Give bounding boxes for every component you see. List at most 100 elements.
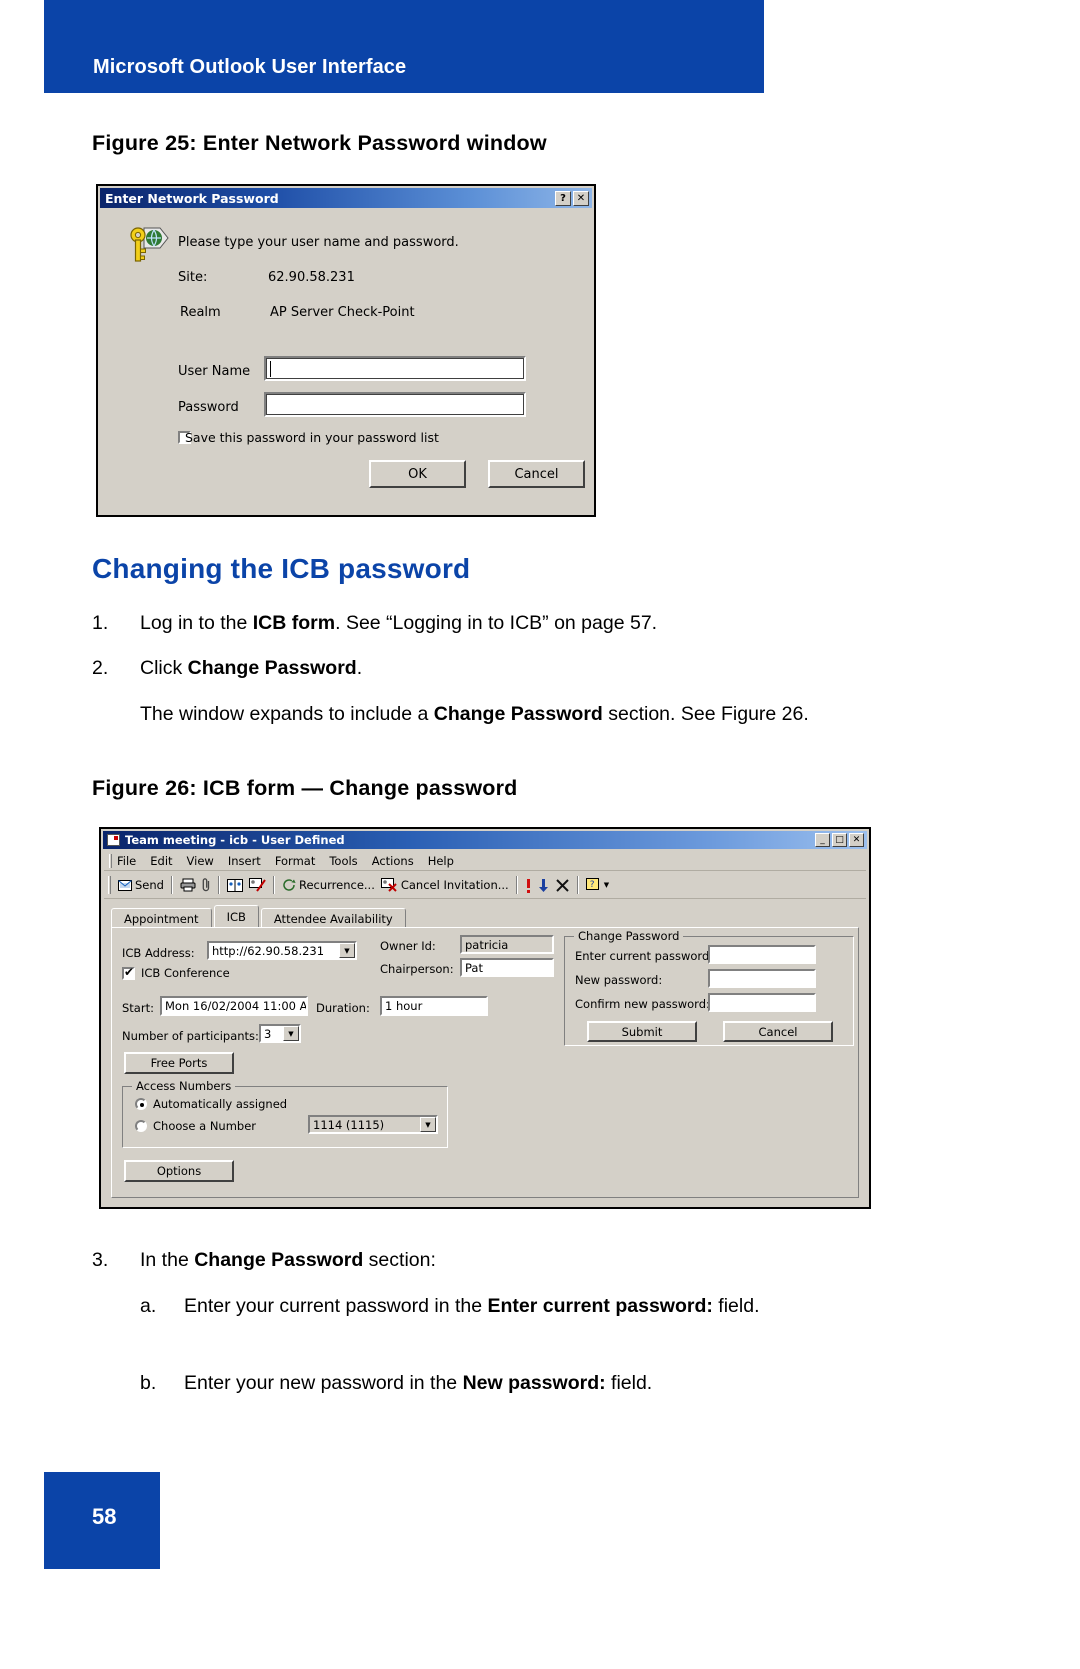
choose-number-combo[interactable]: 1114 (1115) ▼ <box>308 1115 438 1134</box>
start-label: Start: <box>122 1001 154 1015</box>
new-password-input[interactable] <box>708 969 816 988</box>
menu-item-tools[interactable]: Tools <box>329 854 357 868</box>
menu-item-insert[interactable]: Insert <box>228 854 261 868</box>
toolbar-separator <box>576 876 579 894</box>
choose-number-row[interactable]: Choose a Number <box>135 1119 256 1133</box>
start-field[interactable]: Mon 16/02/2004 11:00 A <box>160 996 308 1016</box>
ok-button[interactable]: OK <box>369 460 466 488</box>
outlook-menubar: File Edit View Insert Format Tools Actio… <box>104 851 866 871</box>
cancel-invitation-button[interactable]: Cancel Invitation... <box>378 877 512 893</box>
cancel-invitation-icon <box>380 878 397 892</box>
menu-item-actions[interactable]: Actions <box>372 854 414 868</box>
delete-button[interactable] <box>552 877 573 894</box>
free-ports-button[interactable]: Free Ports <box>124 1052 234 1074</box>
chevron-down-icon[interactable]: ▼ <box>420 1117 436 1132</box>
page-number: 58 <box>92 1504 117 1529</box>
close-icon[interactable]: ✕ <box>573 190 589 206</box>
step-3b-text: Enter your new password in the New passw… <box>184 1372 653 1394</box>
user-name-label: User Name <box>178 364 251 379</box>
envelope-icon <box>118 879 132 891</box>
print-button[interactable] <box>177 877 199 893</box>
choose-number-radio[interactable] <box>135 1120 147 1132</box>
figure-26-caption: Figure 26: ICB form — Change password <box>92 776 518 800</box>
chevron-down-icon[interactable]: ▼ <box>283 1026 299 1041</box>
menu-item-view[interactable]: View <box>187 854 214 868</box>
menubar-grip[interactable] <box>109 853 112 868</box>
recurrence-icon <box>283 879 296 891</box>
step-2-note-text: The window expands to include a Change P… <box>140 703 809 725</box>
auto-assigned-radio[interactable] <box>135 1098 147 1110</box>
access-numbers-title: Access Numbers <box>132 1079 236 1093</box>
exclamation-icon <box>526 878 530 893</box>
importance-high-button[interactable] <box>522 877 535 894</box>
access-numbers-group: Access Numbers Automatically assigned Ch… <box>122 1079 448 1148</box>
help-icon[interactable]: ? <box>555 190 571 206</box>
chairperson-field[interactable]: Pat <box>460 958 554 977</box>
change-password-cancel-button[interactable]: Cancel <box>723 1021 833 1042</box>
toolbar-grip[interactable] <box>108 876 111 894</box>
menu-item-format[interactable]: Format <box>275 854 316 868</box>
icb-address-combo[interactable]: http://62.90.58.231 ▼ <box>207 941 357 960</box>
recurrence-button[interactable]: Recurrence... <box>279 877 378 893</box>
cancel-invitation-label: Cancel Invitation... <box>400 878 509 892</box>
outlook-tabstrip: Appointment ICB Attendee Availability <box>111 905 408 928</box>
chevron-down-icon[interactable]: ▼ <box>339 943 355 958</box>
auto-assigned-row[interactable]: Automatically assigned <box>135 1097 287 1111</box>
icb-address-label: ICB Address: <box>122 946 195 960</box>
x-icon <box>556 878 569 892</box>
participants-combo[interactable]: 3 ▼ <box>259 1024 301 1043</box>
duration-field[interactable]: 1 hour <box>380 996 488 1016</box>
password-input[interactable] <box>264 392 526 417</box>
menu-item-edit[interactable]: Edit <box>150 854 172 868</box>
help-button[interactable]: ? ▼ <box>583 877 612 893</box>
confirm-password-label: Confirm new password: <box>575 997 710 1011</box>
site-value: 62.90.58.231 <box>268 270 355 285</box>
save-password-row[interactable]: Save this password in your password list <box>178 430 439 445</box>
attach-button[interactable] <box>199 877 214 894</box>
address-book-button[interactable] <box>224 878 246 893</box>
step-1-number: 1. <box>92 612 109 634</box>
icb-conference-checkbox[interactable] <box>122 965 135 980</box>
maximize-icon[interactable]: □ <box>832 833 847 847</box>
outlook-form-body: Appointment ICB Attendee Availability IC… <box>107 902 863 1202</box>
step-2-text: Click Change Password. <box>140 657 363 679</box>
owner-id-field: patricia <box>460 935 554 954</box>
toolbar-separator <box>217 876 220 894</box>
outlook-window-title: Team meeting - icb - User Defined <box>125 833 345 847</box>
check-names-button[interactable] <box>246 877 269 893</box>
submit-button[interactable]: Submit <box>587 1021 697 1042</box>
realm-value: AP Server Check-Point <box>270 305 415 320</box>
step-3b-number: b. <box>140 1372 157 1394</box>
menu-item-file[interactable]: File <box>117 854 136 868</box>
tab-appointment[interactable]: Appointment <box>111 908 212 928</box>
password-label: Password <box>178 400 239 415</box>
user-name-input[interactable] <box>264 356 526 381</box>
step-3-number: 3. <box>92 1249 109 1271</box>
chevron-down-icon[interactable]: ▼ <box>604 881 609 889</box>
save-password-label: Save this password in your password list <box>185 430 439 445</box>
confirm-password-input[interactable] <box>708 993 816 1012</box>
step-3-text: In the Change Password section: <box>140 1249 436 1271</box>
outlook-icb-form-window: Team meeting - icb - User Defined _ □ ✕ … <box>99 827 871 1209</box>
tab-attendee-availability[interactable]: Attendee Availability <box>260 908 406 928</box>
minimize-icon[interactable]: _ <box>815 833 830 847</box>
help-icon: ? <box>585 878 599 890</box>
icb-conference-row[interactable]: ICB Conference <box>122 965 230 980</box>
menu-item-help[interactable]: Help <box>428 854 454 868</box>
new-password-label: New password: <box>575 973 663 987</box>
tab-icb[interactable]: ICB <box>213 905 259 928</box>
page-header-title: Microsoft Outlook User Interface <box>93 56 407 78</box>
outlook-toolbar: Send Recurrence... Cancel Invitation... … <box>104 872 866 899</box>
chairperson-label: Chairperson: <box>380 962 454 976</box>
options-button[interactable]: Options <box>124 1160 234 1182</box>
icb-tab-pane: ICB Address: http://62.90.58.231 ▼ ICB C… <box>111 927 859 1198</box>
current-password-input[interactable] <box>708 945 816 964</box>
down-arrow-icon <box>538 878 548 892</box>
send-button[interactable]: Send <box>115 877 167 893</box>
figure-25-caption: Figure 25: Enter Network Password window <box>92 131 547 155</box>
address-book-icon <box>226 878 243 892</box>
importance-low-button[interactable] <box>535 877 552 894</box>
close-icon[interactable]: ✕ <box>849 833 864 847</box>
choose-number-label: Choose a Number <box>153 1119 257 1133</box>
cancel-button[interactable]: Cancel <box>488 460 585 488</box>
